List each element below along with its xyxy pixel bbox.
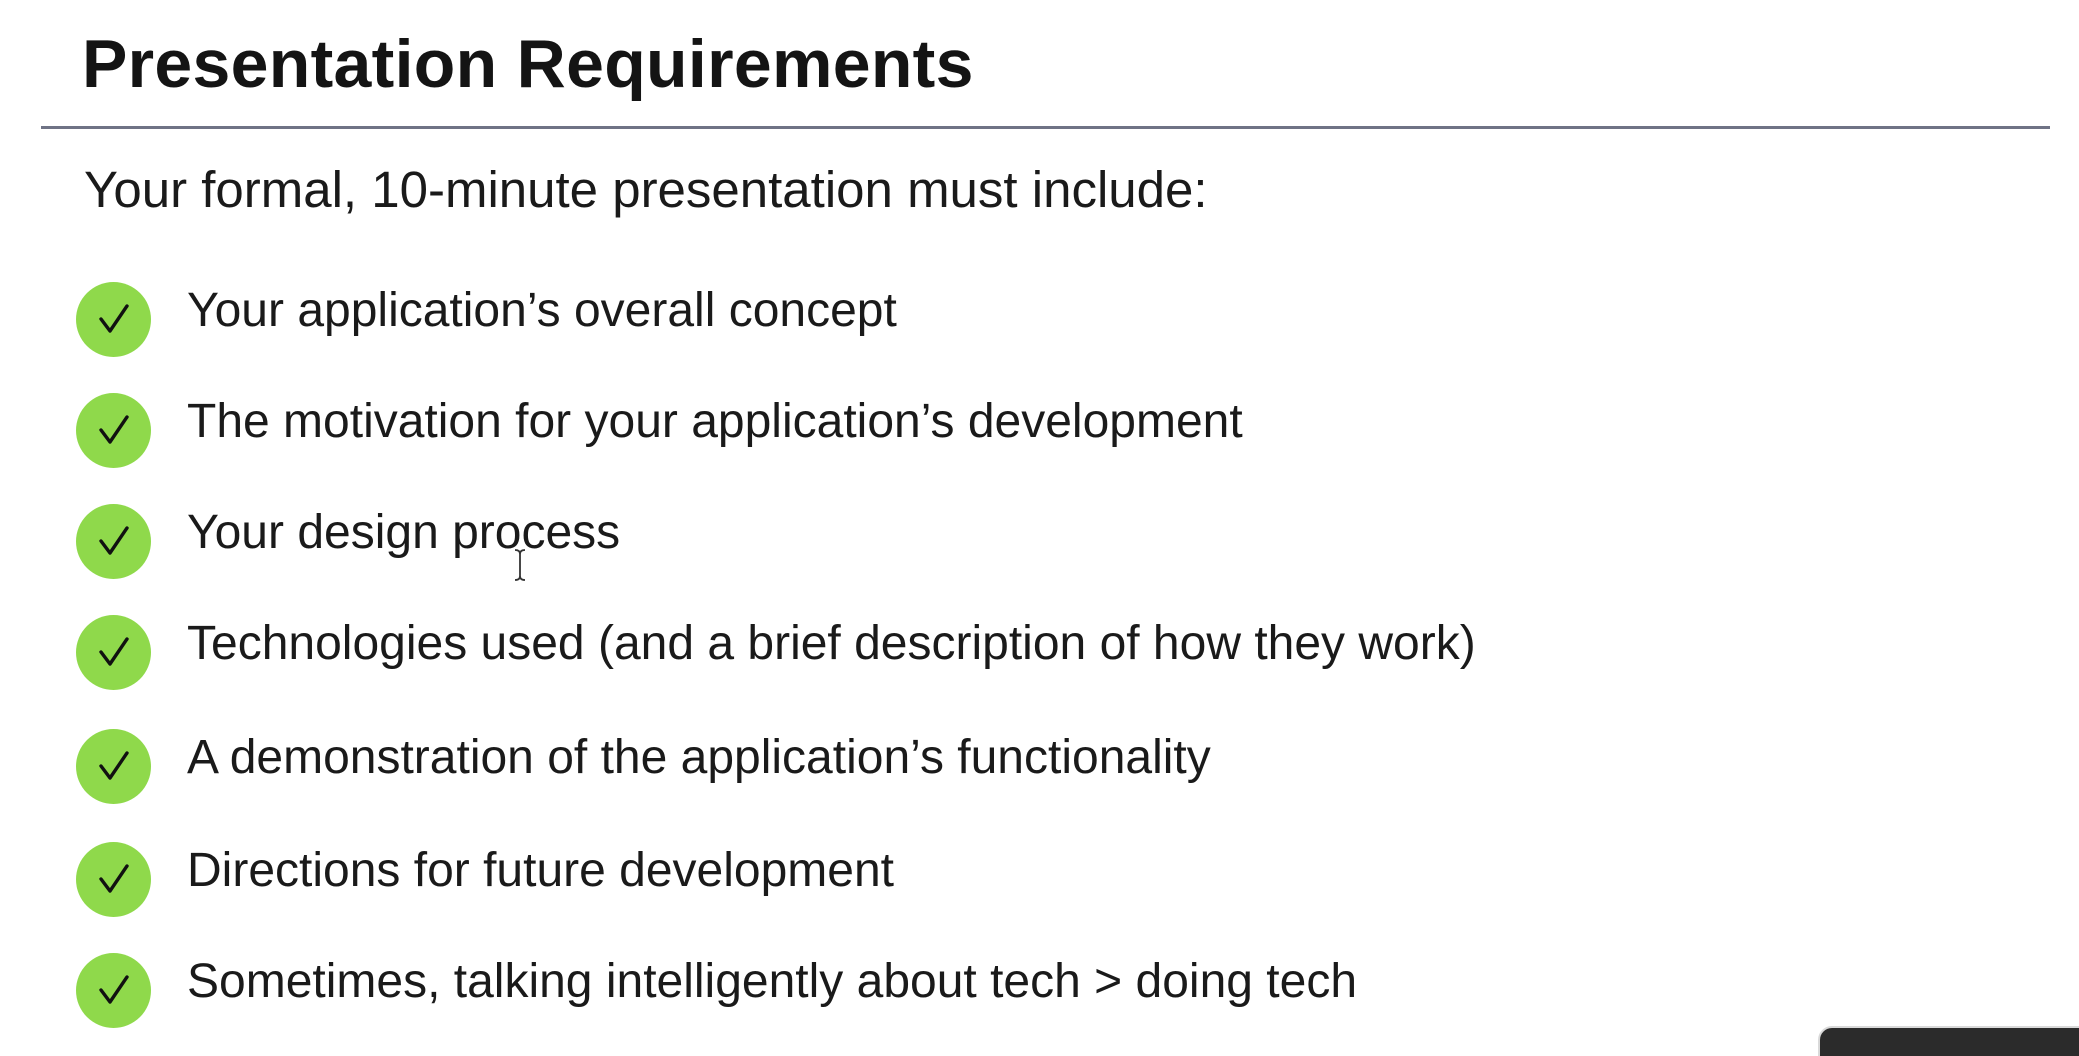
slide-title: Presentation Requirements (82, 26, 974, 102)
intro-text: Your formal, 10-minute presentation must… (84, 161, 1208, 218)
slide: Presentation Requirements Your formal, 1… (0, 0, 2079, 1056)
list-item-label: Your design process (187, 506, 621, 559)
check-circle-icon (76, 614, 151, 690)
list-item: A demonstration of the application’s fun… (76, 728, 1211, 804)
list-item: Sometimes, talking intelligently about t… (76, 952, 1357, 1028)
list-item-label: The motivation for your application’s de… (187, 395, 1243, 448)
list-item: Your design process (76, 503, 620, 579)
check-circle-icon (76, 392, 151, 468)
overlay-panel[interactable] (1818, 1026, 2079, 1056)
list-item-label: Your application’s overall concept (187, 284, 897, 337)
check-circle-icon (76, 503, 151, 579)
list-item-label: Technologies used (and a brief descripti… (187, 617, 1476, 670)
list-item-label: Directions for future development (187, 844, 895, 897)
check-circle-icon (76, 952, 151, 1028)
list-item: Directions for future development (76, 841, 894, 917)
list-item: The motivation for your application’s de… (76, 392, 1243, 468)
list-item-label: Sometimes, talking intelligently about t… (187, 955, 1358, 1008)
check-circle-icon (76, 281, 151, 357)
list-item-label: A demonstration of the application’s fun… (187, 731, 1211, 784)
check-circle-icon (76, 841, 151, 917)
title-divider (41, 126, 2050, 129)
check-circle-icon (76, 728, 151, 804)
text-cursor-icon (514, 549, 526, 581)
list-item: Technologies used (and a brief descripti… (76, 614, 1476, 690)
list-item: Your application’s overall concept (76, 281, 897, 357)
